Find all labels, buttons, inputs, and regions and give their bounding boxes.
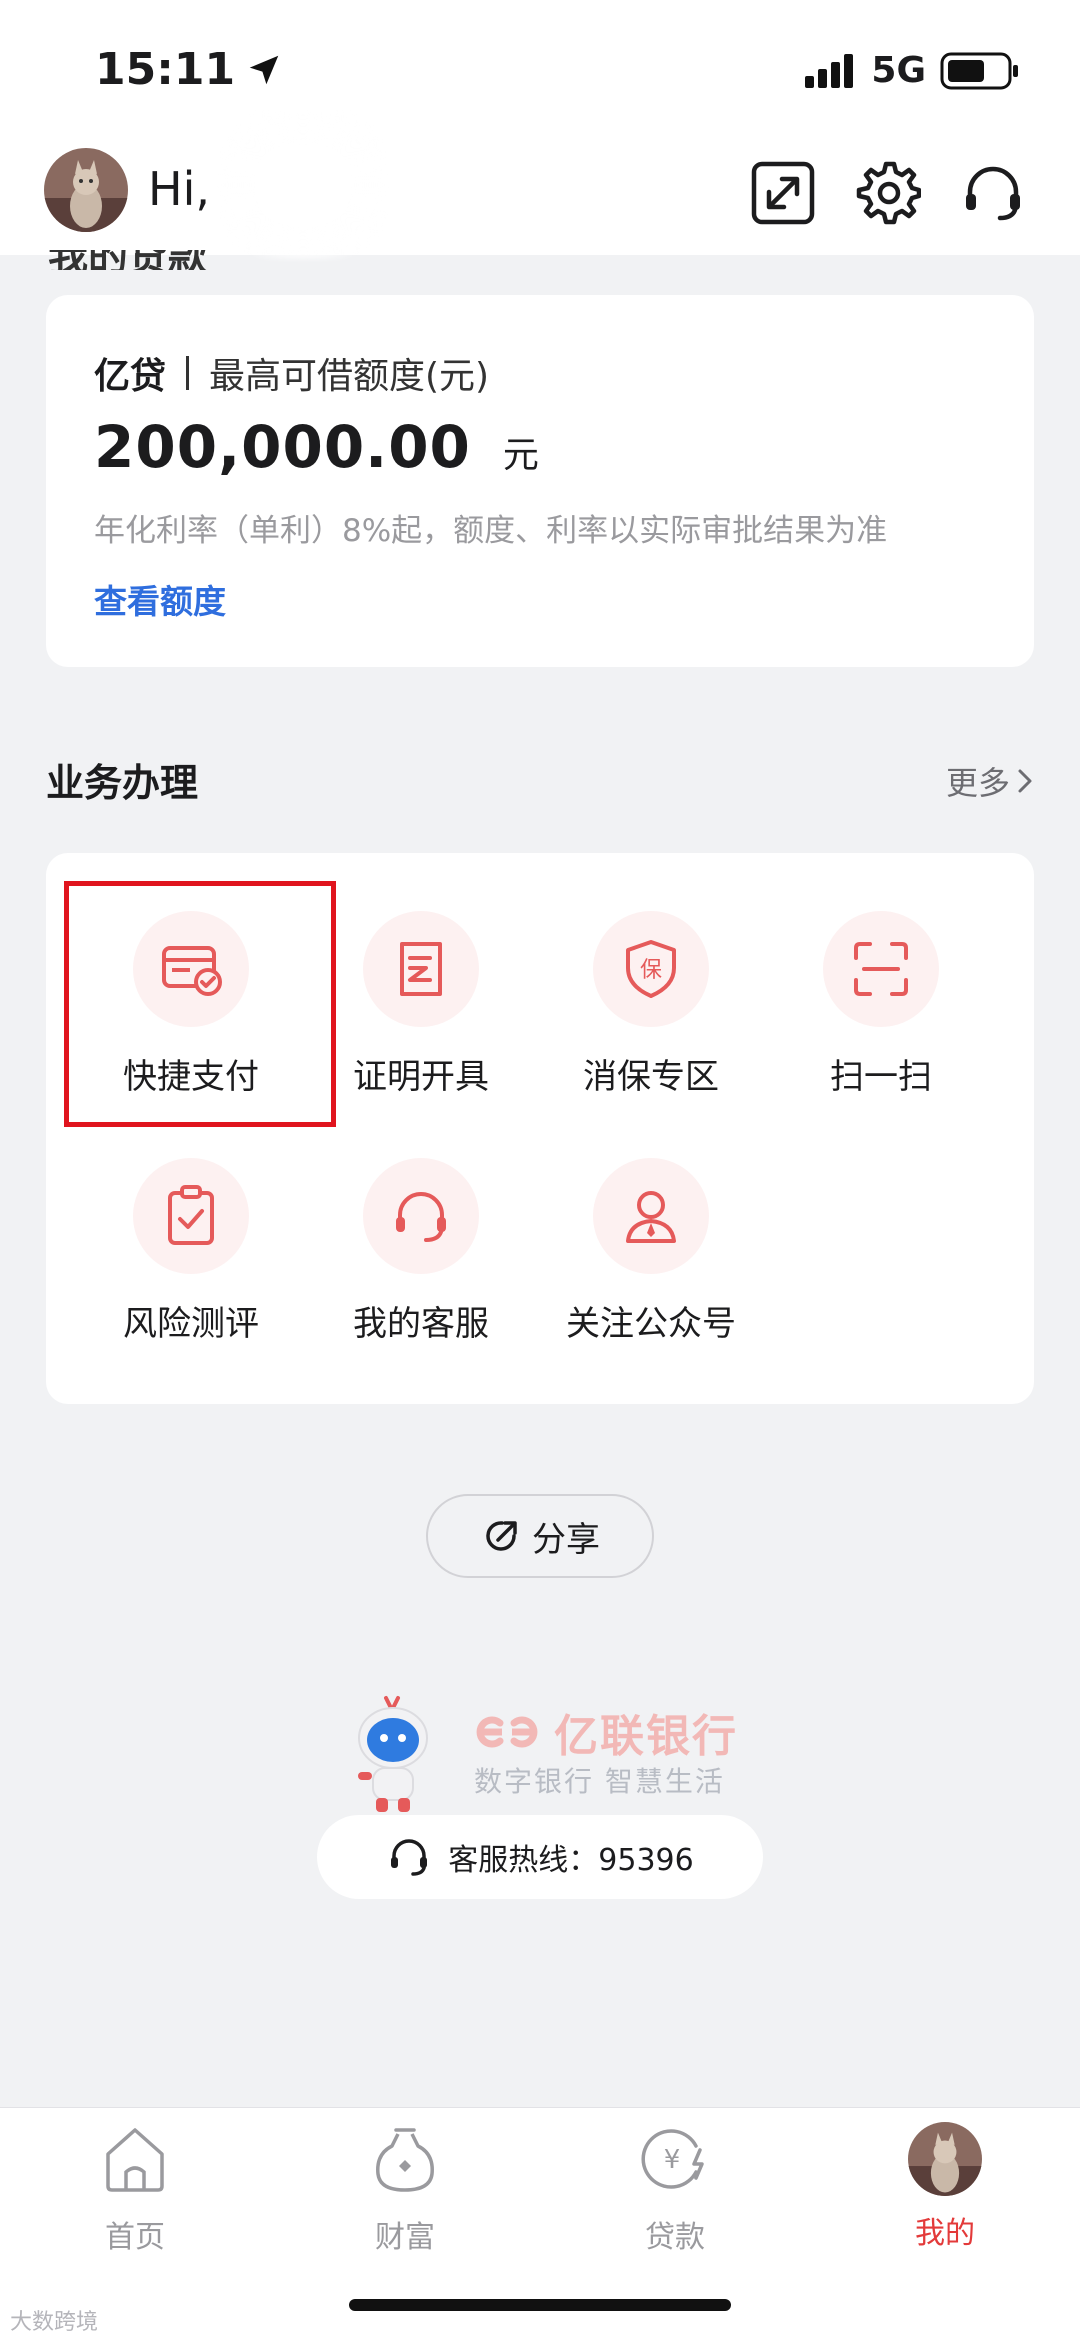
brand-logo-icon	[476, 1716, 538, 1748]
service-customer-service[interactable]: 我的客服	[306, 1158, 536, 1345]
loan-product-name: 亿贷	[94, 356, 167, 397]
top-header: Hi,	[0, 110, 1080, 260]
document-icon	[363, 911, 479, 1027]
tab-label: 贷款	[645, 2220, 705, 2255]
watermark: 大数跨境	[10, 2310, 99, 2335]
status-indicators: 5G	[805, 50, 1020, 91]
wealth-bag-icon	[376, 2128, 434, 2192]
greeting-text: Hi,	[148, 162, 210, 216]
hotline-button[interactable]: 客服热线：95396	[317, 1815, 763, 1899]
loan-amount-row: 200,000.00 元	[94, 413, 539, 481]
network-label: 5G	[871, 50, 926, 91]
person-icon	[593, 1158, 709, 1274]
status-bar: 15:11 5G	[0, 0, 1080, 140]
blurred-username	[218, 110, 388, 260]
loan-card[interactable]: 亿贷 最高可借额度(元) 200,000.00 元 年化利率（单利）8%起，额度…	[46, 295, 1034, 667]
service-scan[interactable]: 扫一扫	[766, 911, 996, 1098]
battery-icon	[940, 52, 1018, 89]
service-label: 快捷支付	[123, 1057, 259, 1097]
loan-limit-label: 最高可借额度(元)	[209, 356, 490, 397]
service-label: 风险测评	[123, 1304, 259, 1344]
service-label: 证明开具	[353, 1057, 489, 1097]
svg-text:保: 保	[640, 958, 662, 983]
tab-home[interactable]: 首页	[45, 2122, 225, 2256]
mascot-robot-icon	[358, 1696, 428, 1812]
service-label: 我的客服	[353, 1304, 489, 1344]
bottom-tab-bar: 首页 财富 ¥ 贷款 我的	[0, 2107, 1080, 2337]
view-limit-link[interactable]: 查看额度	[94, 575, 226, 623]
home-icon	[106, 2128, 164, 2192]
share-button[interactable]: 分享	[426, 1494, 654, 1578]
service-label: 关注公众号	[566, 1304, 736, 1344]
scan-icon	[823, 911, 939, 1027]
share-label: 分享	[532, 1519, 600, 1560]
signal-icon	[805, 53, 854, 88]
tab-loan[interactable]: ¥ 贷款	[585, 2122, 765, 2256]
service-certificate[interactable]: 证明开具	[306, 911, 536, 1098]
home-indicator	[349, 2299, 731, 2311]
tab-mine[interactable]: 我的	[855, 2122, 1035, 2252]
tab-label: 财富	[375, 2220, 435, 2255]
partial-section-title: 我的贷款	[48, 250, 348, 270]
share-icon	[486, 1521, 517, 1551]
chevron-right-icon	[1018, 769, 1032, 793]
status-time: 15:11	[95, 44, 236, 95]
avatar	[908, 2122, 982, 2196]
shield-bao-icon: 保	[593, 911, 709, 1027]
gear-icon[interactable]	[855, 160, 921, 226]
tab-label: 首页	[105, 2220, 165, 2255]
headset-icon	[363, 1158, 479, 1274]
service-consumer-protection[interactable]: 保 消保专区	[536, 911, 766, 1098]
avatar[interactable]	[44, 148, 128, 232]
tab-wealth[interactable]: 财富	[315, 2122, 495, 2256]
location-arrow-icon	[249, 55, 279, 84]
services-section-title: 业务办理	[46, 761, 199, 805]
services-grid: 快捷支付 证明开具 保 消保专区 扫一扫 风险测评 我的客服 关注公众号	[46, 853, 1034, 1404]
service-follow-account[interactable]: 关注公众号	[536, 1158, 766, 1345]
status-time-group: 15:11	[95, 44, 283, 95]
more-label: 更多	[945, 764, 1010, 802]
brand-logo: 亿联银行	[472, 1700, 738, 1764]
service-quick-pay[interactable]: 快捷支付	[76, 911, 306, 1098]
svg-text:¥: ¥	[664, 2145, 681, 2175]
loan-card-header: 亿贷 最高可借额度(元)	[94, 347, 489, 399]
loan-amount: 200,000.00	[94, 413, 471, 481]
divider	[186, 356, 190, 390]
loan-rate-note: 年化利率（单利）8%起，额度、利率以实际审批结果为准	[94, 513, 888, 549]
brand-name: 亿联银行	[554, 1711, 738, 1762]
services-more-link[interactable]: 更多	[946, 758, 1034, 804]
brand-slogan: 数字银行 智慧生活	[474, 1765, 725, 1798]
loan-yen-icon: ¥	[641, 2129, 704, 2189]
headset-icon[interactable]	[960, 160, 1026, 226]
tab-label: 我的	[915, 2216, 975, 2251]
service-label: 消保专区	[583, 1057, 719, 1097]
card-check-icon	[133, 911, 249, 1027]
loan-unit: 元	[502, 435, 539, 476]
service-label: 扫一扫	[830, 1057, 932, 1097]
expand-icon[interactable]	[750, 160, 816, 226]
hotline-text: 客服热线：95396	[448, 1843, 694, 1878]
headset-icon	[391, 1839, 428, 1876]
clipboard-check-icon	[133, 1158, 249, 1274]
service-risk-assessment[interactable]: 风险测评	[76, 1158, 306, 1345]
